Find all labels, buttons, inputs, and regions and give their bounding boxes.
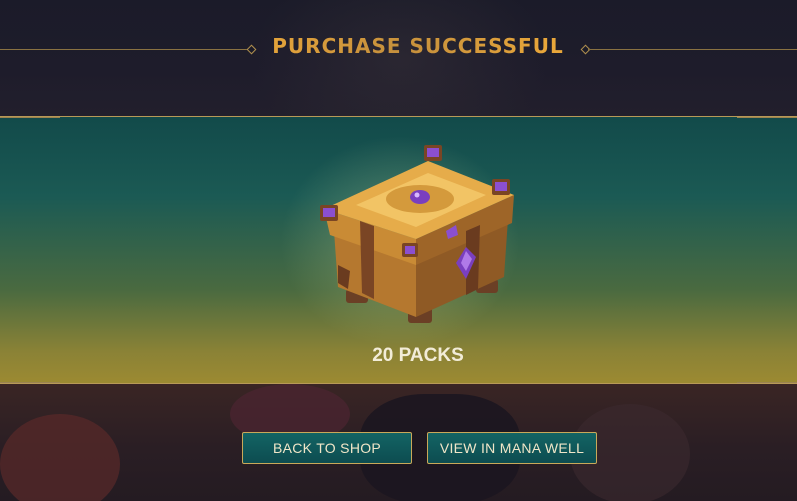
panel-corner — [737, 117, 797, 125]
panel-corner — [737, 375, 797, 383]
treasure-chest-icon — [320, 145, 514, 323]
panel-corner — [0, 375, 60, 383]
title-ornament-left — [246, 44, 257, 55]
panel-corner — [0, 117, 60, 125]
view-in-mana-well-button[interactable]: VIEW IN MANA WELL — [427, 432, 597, 464]
page-title: PURCHASE SUCCESSFUL — [272, 34, 564, 58]
title-divider-left — [0, 49, 250, 50]
reward-quantity-label: 20 PACKS — [372, 345, 464, 366]
background-shape — [0, 414, 120, 501]
reward-panel: 20 PACKS — [0, 116, 797, 384]
dialog-header: PURCHASE SUCCESSFUL — [0, 0, 797, 160]
back-to-shop-button[interactable]: BACK TO SHOP — [242, 432, 412, 464]
title-divider-right — [588, 49, 797, 50]
